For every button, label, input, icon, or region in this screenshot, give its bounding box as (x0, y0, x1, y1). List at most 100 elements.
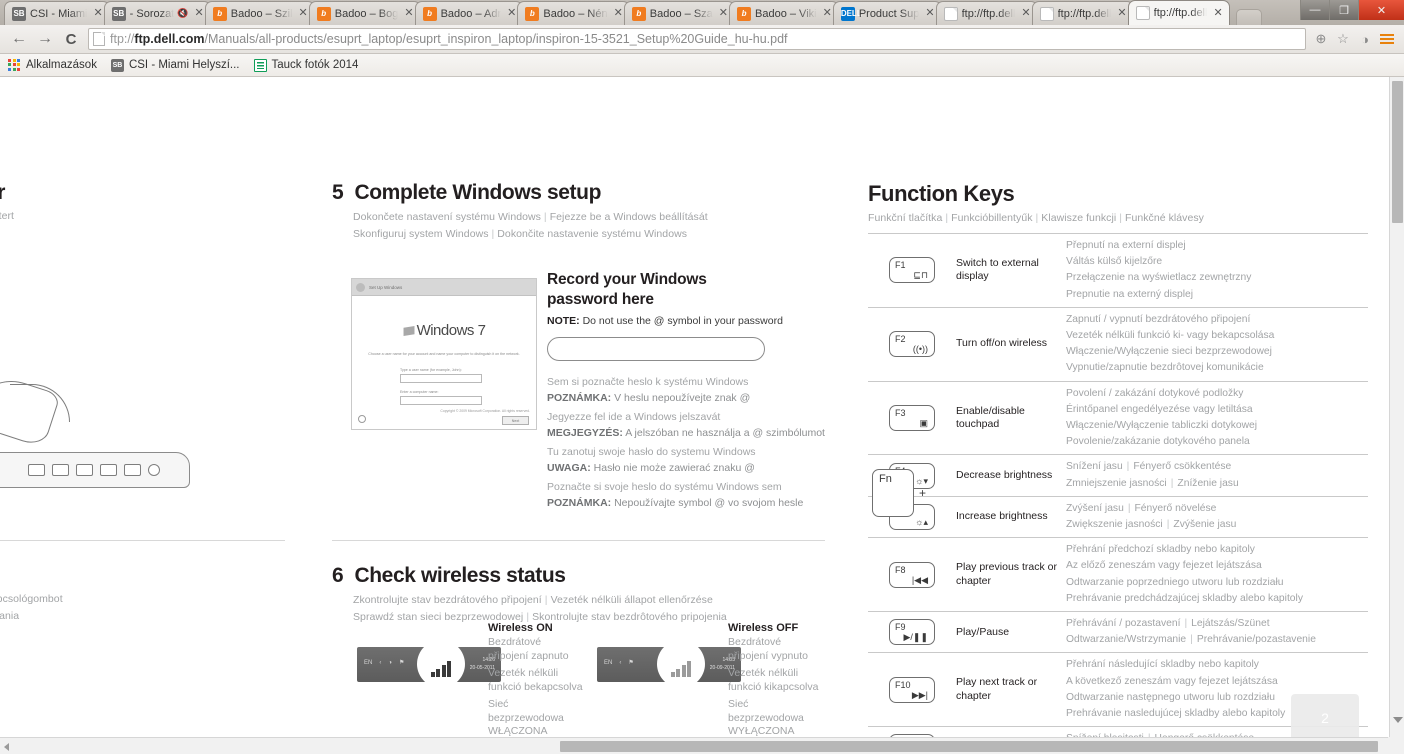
translation-note: MEGJEGYZÉS: A jelszóban ne használja a @… (547, 426, 825, 439)
function-keys-table: F1 ⊑⊓ Switch to external display Přepnutí n… (868, 233, 1368, 737)
translation-line: Povolenie/zakázanie dotykového panela (1066, 436, 1250, 448)
record-password-translations: Sem si poznačte heslo k systému Windows P… (547, 375, 837, 511)
browser-tab[interactable]: DELL Product Sup ✕ (832, 1, 942, 25)
function-key-cell: F3 ▣ (868, 405, 956, 432)
tab-close-icon[interactable]: ✕ (719, 8, 728, 19)
browser-tab[interactable]: b Badoo – Szil ✕ (204, 1, 315, 25)
function-key-translations: Zvýšení jasu | Fényerő növelése Zwiększenie… (1066, 501, 1368, 533)
scroll-left-icon[interactable] (4, 743, 9, 751)
key-cap: F3 ▣ (889, 405, 935, 432)
bookmark-csi-miami[interactable]: SB CSI - Miami Helyszí... (110, 58, 240, 72)
badoo-icon: b (525, 6, 540, 21)
left-section-line: ptér (0, 225, 232, 242)
vertical-scrollbar[interactable] (1389, 77, 1404, 737)
badoo-icon: b (737, 6, 752, 21)
key-name: F10 (895, 679, 911, 690)
browser-tab[interactable]: SB - Sorozat 🔇 ✕ (103, 1, 211, 25)
wireless-on-text: Wireless ON Bezdrátové připojení zapnuto… (488, 622, 584, 737)
address-bar-url: ftp://ftp.dell.com/Manuals/all-products/… (110, 32, 788, 46)
left-column-section-power-button: tton g a bekapcsológombot dlo napájania (0, 564, 256, 625)
tab-close-icon[interactable]: ✕ (1213, 7, 1222, 19)
forward-icon[interactable]: → (32, 27, 58, 51)
browser-tab[interactable]: b Badoo – Nén ✕ (517, 1, 630, 25)
subtitle-sk: Dokončite nastavenie systému Windows (497, 228, 688, 240)
play-pause-icon: ▶/❚❚ (903, 632, 928, 643)
tab-close-icon[interactable]: ✕ (614, 8, 623, 19)
reload-icon[interactable]: C (58, 27, 84, 51)
screenshot-window-title: Set Up Windows (369, 284, 403, 290)
tab-close-icon[interactable]: ✕ (1117, 8, 1126, 19)
tab-title: ftp://ftp.dell (1153, 7, 1208, 19)
scrollbar-corner (1388, 737, 1404, 754)
tab-close-icon[interactable]: ✕ (195, 8, 204, 19)
tab-close-icon[interactable]: ✕ (823, 8, 832, 19)
systray-chevron-icon: ‹ (379, 659, 382, 666)
browser-tab[interactable]: ftp://ftp.dell ✕ (1031, 1, 1134, 25)
minimize-button[interactable]: — (1300, 0, 1329, 20)
browser-tab[interactable]: b Badoo – Adr ✕ (414, 1, 524, 25)
vertical-scrollbar-thumb[interactable] (1392, 81, 1403, 223)
function-key-translations: Zapnutí / vypnutí bezdrátového připojení… (1066, 312, 1368, 377)
function-key-label: Enable/disable touchpad (956, 404, 1025, 431)
pdf-viewer[interactable]: adapter ssa a tápadaptert ptér tton (0, 77, 1404, 754)
record-title-line2: password here (547, 291, 654, 308)
systray-language: EN (364, 659, 373, 666)
maximize-button[interactable]: ❐ (1329, 0, 1358, 20)
bookmark-apps[interactable]: Alkalmazások (8, 58, 97, 72)
horizontal-scrollbar-thumb[interactable] (560, 741, 1378, 752)
tab-close-icon[interactable]: ✕ (299, 8, 308, 19)
wifi-bars-on-icon (430, 659, 452, 677)
function-key-row: F9 ▶/❚❚ Play/Pause Přehrávání / pozastavení… (868, 611, 1368, 652)
translation-line: Přehrání předchozí skladby nebo kapitoly (1066, 544, 1255, 556)
translation-line: Přehrávání / pozastavení | Lejátszás/Szüne… (1066, 618, 1270, 630)
systray-flag-icon: ⚑ (398, 660, 405, 666)
screenshot-field2-label: Enter a computer name: (400, 390, 439, 394)
section-number: 5 (332, 181, 344, 204)
subtitle-hu: Fejezze be a Windows beállítását (549, 211, 708, 223)
bookmark-label: CSI - Miami Helyszí... (128, 59, 240, 71)
browser-tab[interactable]: b Badoo – Bog ✕ (308, 1, 421, 25)
function-key-label: Play/Pause (956, 625, 1010, 638)
tab-close-icon[interactable]: ✕ (925, 8, 934, 19)
browser-tab[interactable]: b Badoo – Viki ✕ (729, 1, 839, 25)
page-number-badge: 2 (1291, 694, 1359, 737)
bookmark-label: Tauck fotók 2014 (271, 59, 359, 71)
screenshot-copyright: Copyright © 2009 Microsoft Corporation. … (440, 409, 530, 413)
browser-tab[interactable]: ftp://ftp.dell ✕ (1127, 0, 1230, 25)
navigation-toolbar: ← → C ftp://ftp.dell.com/Manuals/all-pro… (0, 25, 1404, 54)
bookmark-star-icon[interactable]: ☆ (1332, 28, 1354, 50)
scroll-down-icon[interactable] (1393, 717, 1403, 723)
badoo-icon: b (316, 6, 331, 21)
tab-close-icon[interactable]: ✕ (93, 8, 102, 19)
horizontal-scrollbar[interactable] (0, 737, 1404, 754)
extension-icon[interactable]: ◑ (1354, 28, 1376, 50)
windows-logo: Windows 7 (403, 322, 486, 339)
screenshot-next-button: Next (502, 416, 529, 425)
bookmark-tauck-fotok[interactable]: Tauck fotók 2014 (253, 58, 359, 72)
translation-pair: Tu zanotuj swoje hasło do systemu Window… (547, 445, 837, 476)
tab-muted-icon[interactable]: 🔇 (177, 8, 188, 19)
close-window-button[interactable]: ✕ (1358, 0, 1404, 20)
tab-close-icon[interactable]: ✕ (1021, 8, 1030, 19)
tab-close-icon[interactable]: ✕ (404, 8, 413, 19)
chrome-menu-icon[interactable] (1376, 28, 1398, 50)
screenshot-description: Choose a user name for your account and … (368, 352, 520, 356)
bookmarks-bar: Alkalmazások SB CSI - Miami Helyszí... T… (0, 54, 1404, 77)
back-icon[interactable]: ← (6, 27, 32, 51)
left-section-line: dlo napájania (0, 610, 20, 622)
function-key-row: F1 ⊑⊓ Switch to external display Přepnutí n… (868, 233, 1368, 307)
function-key-label: Increase brightness (956, 510, 1048, 523)
browser-tab[interactable]: ftp://ftp.dell ✕ (935, 1, 1038, 25)
tab-close-icon[interactable]: ✕ (507, 8, 516, 19)
browser-tab[interactable]: b Badoo – Sza ✕ (623, 1, 736, 25)
address-bar[interactable]: ftp://ftp.dell.com/Manuals/all-products/… (88, 28, 1306, 50)
sb-icon: SB (110, 58, 124, 72)
browser-tab[interactable]: SB CSI - Miami ✕ (4, 1, 110, 25)
translation-line: Poznačte si svoje heslo do systému Windo… (547, 481, 782, 493)
previous-track-icon: |◀◀ (911, 574, 928, 585)
new-tab-button[interactable] (1235, 9, 1262, 25)
section-title: Check wireless status (354, 564, 566, 587)
windows-flag-icon (403, 326, 415, 336)
chrome-browser-window: SB CSI - Miami ✕ SB - Sorozat 🔇 ✕ b Badoo – Szil… (0, 0, 1404, 754)
zoom-icon[interactable]: ⊕ (1310, 28, 1332, 50)
